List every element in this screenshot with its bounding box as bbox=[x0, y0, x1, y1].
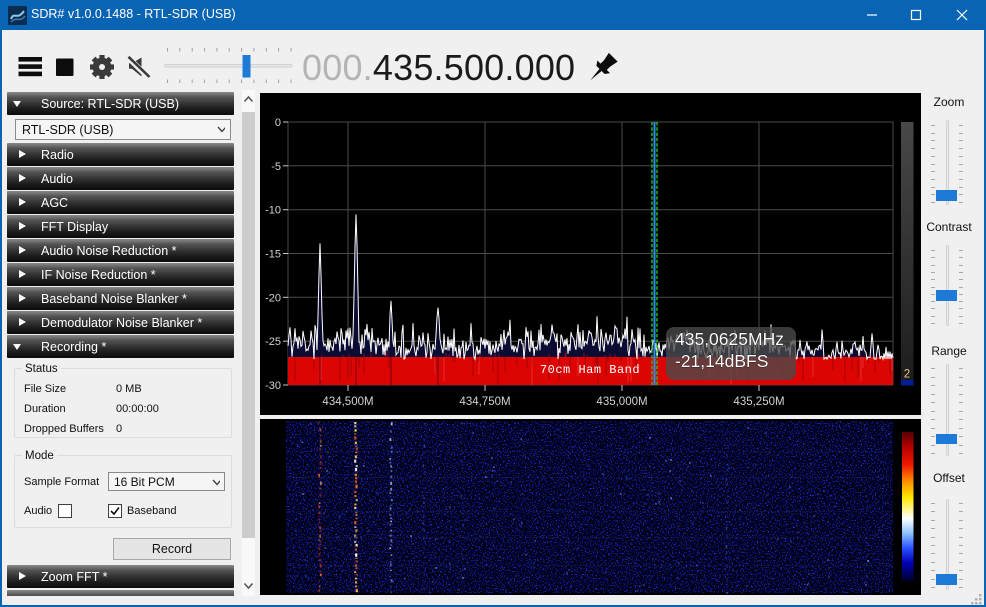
svg-text:70cm Ham Band: 70cm Ham Band bbox=[540, 363, 640, 377]
svg-text:-20: -20 bbox=[265, 292, 281, 304]
svg-text:-30: -30 bbox=[265, 380, 281, 392]
svg-text:0: 0 bbox=[275, 117, 281, 129]
svg-text:-25: -25 bbox=[265, 336, 281, 348]
svg-text:434,500M: 434,500M bbox=[322, 396, 373, 408]
svg-text:-15: -15 bbox=[265, 249, 281, 261]
svg-text:-21,14dBFS: -21,14dBFS bbox=[675, 351, 768, 371]
svg-text:435,000M: 435,000M bbox=[596, 396, 647, 408]
svg-text:435,250M: 435,250M bbox=[733, 396, 784, 408]
svg-text:-10: -10 bbox=[265, 205, 281, 217]
svg-text:435,0625MHz: 435,0625MHz bbox=[675, 329, 784, 349]
svg-text:2: 2 bbox=[904, 369, 910, 381]
svg-text:-5: -5 bbox=[271, 161, 281, 173]
svg-text:434,750M: 434,750M bbox=[459, 396, 510, 408]
